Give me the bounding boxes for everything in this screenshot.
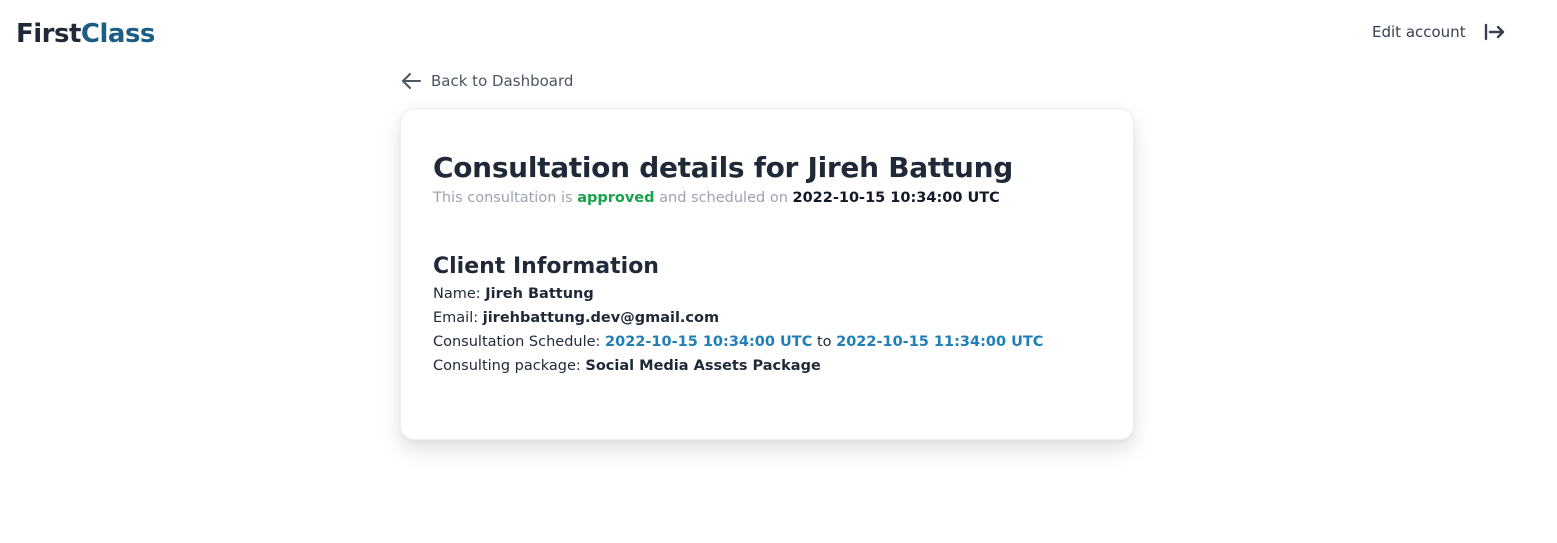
- package-label: Consulting package:: [433, 358, 581, 374]
- back-link-label: Back to Dashboard: [431, 72, 574, 90]
- status-badge: approved: [577, 190, 655, 206]
- client-email-row: Email: jirehbattung.dev@gmail.com: [433, 306, 1103, 330]
- consultation-status-line: This consultation is approved and schedu…: [433, 188, 1103, 208]
- edit-account-link[interactable]: Edit account: [1372, 22, 1466, 42]
- top-navbar: FirstClass Edit account: [0, 0, 1557, 66]
- back-to-dashboard-link[interactable]: Back to Dashboard: [400, 69, 573, 93]
- schedule-start: 2022-10-15 10:34:00 UTC: [605, 334, 813, 350]
- arrow-left-icon: [402, 73, 421, 89]
- logo-text-class: Class: [80, 19, 156, 49]
- consultation-card: Consultation details for Jireh Battung T…: [400, 108, 1134, 440]
- scheduled-date: 2022-10-15 10:34:00 UTC: [792, 190, 1000, 206]
- client-email-label: Email:: [433, 310, 479, 326]
- schedule-label: Consultation Schedule:: [433, 334, 601, 350]
- page-title: Consultation details for Jireh Battung: [433, 151, 1014, 184]
- client-name-value: Jireh Battung: [485, 286, 594, 302]
- client-email-value: jirehbattung.dev@gmail.com: [482, 310, 720, 326]
- consultation-schedule-row: Consultation Schedule: 2022-10-15 10:34:…: [433, 330, 1103, 354]
- subtitle-middle: and scheduled on: [654, 190, 793, 206]
- schedule-to: to: [816, 334, 832, 350]
- app-logo[interactable]: FirstClass: [16, 17, 155, 51]
- consultation-card-body: Consultation details for Jireh Battung T…: [433, 149, 1103, 378]
- logout-arrow-icon[interactable]: [1484, 22, 1506, 42]
- logo-text-first: First: [16, 19, 81, 49]
- subtitle-prefix: This consultation is: [433, 190, 578, 206]
- client-name-label: Name:: [433, 286, 481, 302]
- client-name-row: Name: Jireh Battung: [433, 282, 1103, 306]
- schedule-end: 2022-10-15 11:34:00 UTC: [836, 334, 1044, 350]
- package-value: Social Media Assets Package: [585, 358, 821, 374]
- client-info-heading: Client Information: [433, 254, 659, 279]
- consulting-package-row: Consulting package: Social Media Assets …: [433, 354, 1103, 378]
